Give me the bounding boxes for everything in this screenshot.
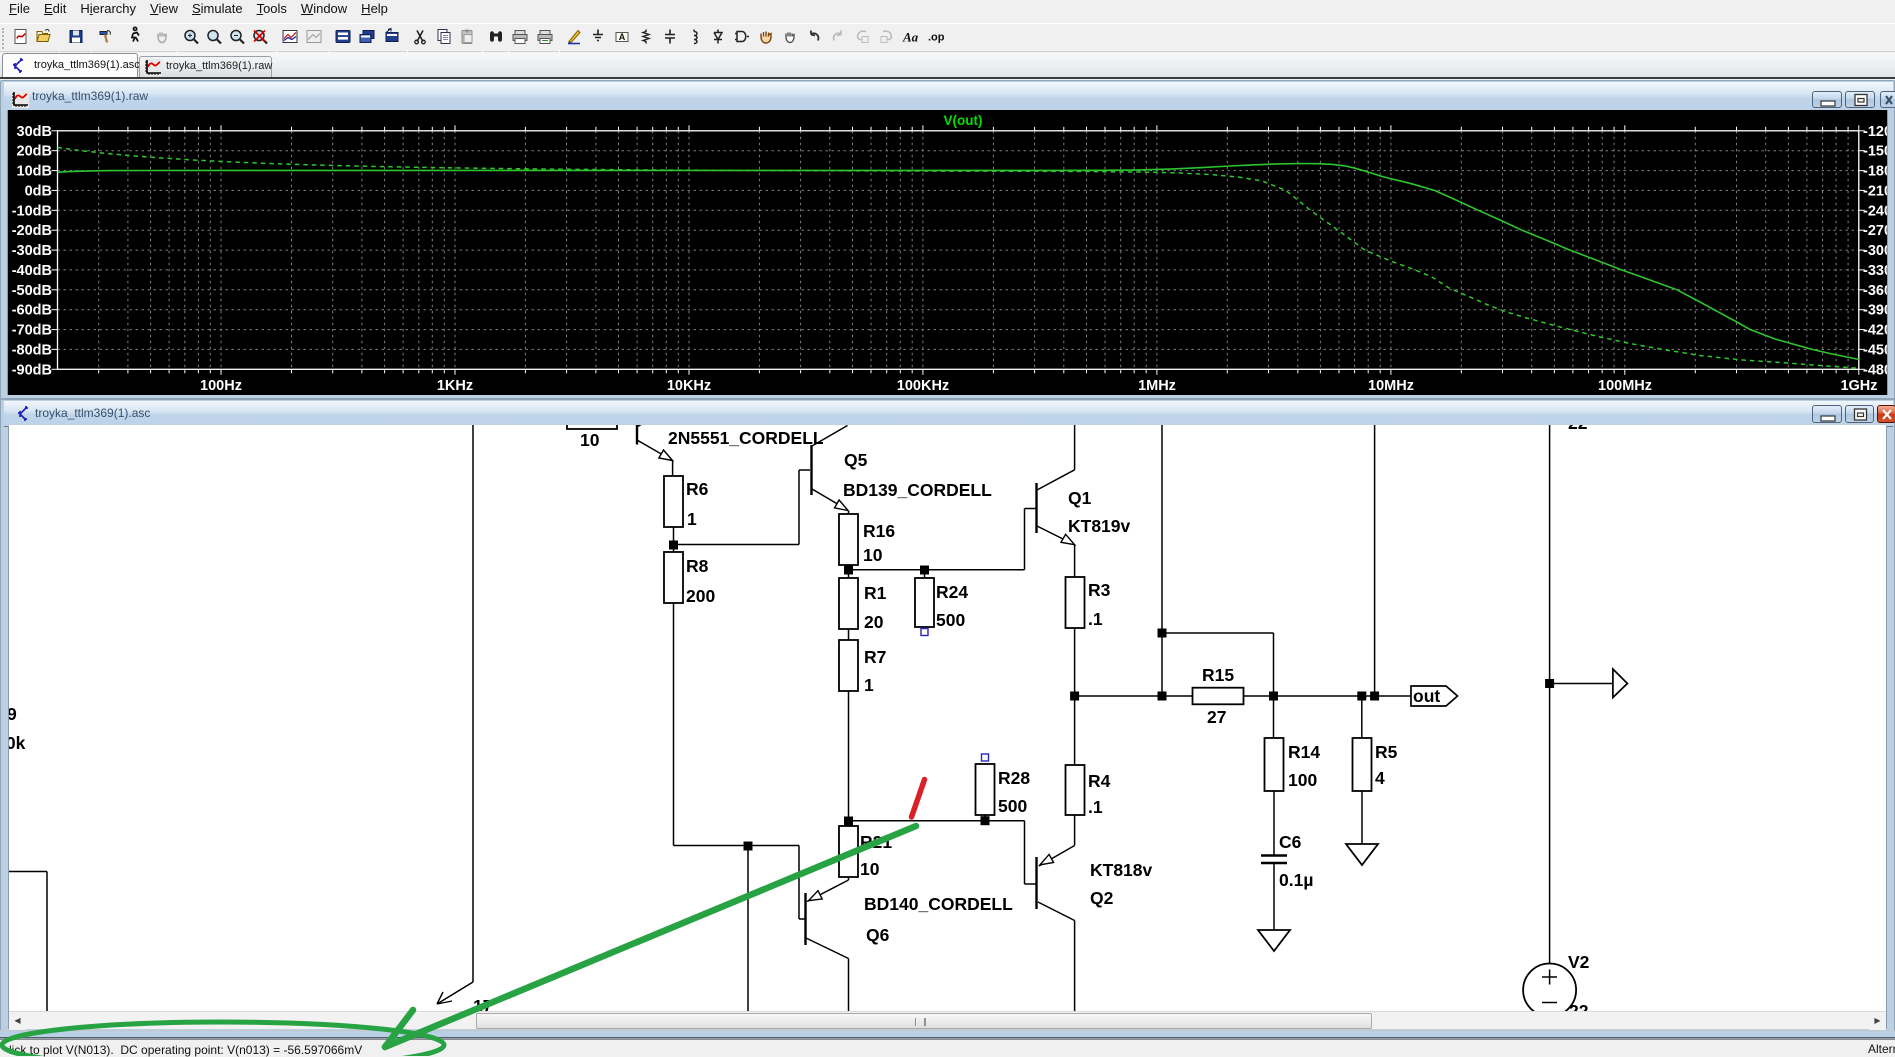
svg-text:-50dB: -50dB (12, 283, 52, 299)
svg-text:-270: -270 (1863, 223, 1887, 239)
svg-text:R5: R5 (1375, 742, 1398, 762)
svg-text:KT819v: KT819v (1068, 516, 1131, 536)
svg-text:R14: R14 (1288, 742, 1320, 762)
svg-text:-300: -300 (1863, 243, 1887, 259)
svg-text:-120: -120 (1863, 124, 1887, 140)
svg-text:10KHz: 10KHz (667, 378, 711, 394)
svg-text:BD140_CORDELL: BD140_CORDELL (864, 894, 1013, 914)
svg-text:0dB: 0dB (25, 183, 52, 199)
svg-text:500: 500 (936, 610, 965, 630)
svg-text:-40dB: -40dB (12, 263, 52, 279)
svg-text:100MHz: 100MHz (1598, 378, 1652, 394)
svg-text:C6: C6 (1279, 832, 1302, 852)
svg-text:-450: -450 (1863, 342, 1887, 358)
svg-text:.0k: .0k (9, 733, 26, 753)
svg-text:-70dB: -70dB (12, 323, 52, 339)
svg-text:200: 200 (686, 586, 715, 606)
svg-text:Q6: Q6 (866, 925, 890, 945)
svg-text:-10dB: -10dB (12, 203, 52, 219)
svg-text:2N5551_CORDELL: 2N5551_CORDELL (668, 428, 824, 448)
svg-text:-390: -390 (1863, 303, 1887, 319)
svg-text:R24: R24 (936, 582, 968, 602)
svg-text:Aa: Aa (902, 30, 919, 45)
svg-text:-330: -330 (1863, 263, 1887, 279)
svg-text:17: 17 (473, 996, 492, 1011)
svg-text:20: 20 (864, 612, 884, 632)
svg-text:A: A (619, 32, 626, 42)
svg-text:1: 1 (864, 675, 874, 695)
svg-text:-80dB: -80dB (12, 342, 52, 358)
svg-text:R4: R4 (1088, 771, 1111, 791)
svg-text:0.1µ: 0.1µ (1279, 870, 1313, 890)
svg-text:10: 10 (580, 430, 600, 450)
svg-text:R3: R3 (1088, 580, 1111, 600)
svg-text:-420: -420 (1863, 323, 1887, 339)
svg-text:1KHz: 1KHz (437, 378, 473, 394)
svg-text:.1: .1 (1088, 797, 1103, 817)
svg-text:BD139_CORDELL: BD139_CORDELL (843, 480, 992, 500)
svg-text:1MHz: 1MHz (1138, 378, 1176, 394)
svg-text:-30dB: -30dB (12, 243, 52, 259)
svg-text:-20dB: -20dB (12, 223, 52, 239)
svg-text:1: 1 (687, 509, 697, 529)
svg-text:27: 27 (1207, 707, 1226, 727)
svg-text:10MHz: 10MHz (1368, 378, 1414, 394)
svg-text:out: out (1413, 686, 1440, 706)
svg-text:R6: R6 (686, 479, 709, 499)
svg-text:R7: R7 (864, 647, 886, 667)
svg-text:-360: -360 (1863, 283, 1887, 299)
svg-text:-60dB: -60dB (12, 303, 52, 319)
svg-text:V2: V2 (1568, 952, 1590, 972)
svg-text:R21: R21 (860, 832, 892, 852)
svg-text:22: 22 (1569, 1001, 1589, 1011)
svg-text:.op: .op (928, 32, 945, 44)
svg-text:R15: R15 (1202, 665, 1234, 685)
svg-text:1GHz: 1GHz (1840, 378, 1877, 394)
svg-text:10: 10 (863, 545, 883, 565)
svg-text:R28: R28 (998, 768, 1030, 788)
svg-text:20dB: 20dB (17, 144, 52, 160)
svg-text:100: 100 (1288, 770, 1317, 790)
svg-text:-150: -150 (1863, 144, 1887, 160)
svg-text:Q1: Q1 (1068, 488, 1092, 508)
svg-text:-180: -180 (1863, 164, 1887, 180)
svg-text:100KHz: 100KHz (897, 378, 949, 394)
svg-text:Q2: Q2 (1090, 888, 1114, 908)
svg-text:-90dB: -90dB (12, 362, 52, 378)
svg-text:30dB: 30dB (17, 124, 52, 140)
svg-text:10: 10 (860, 859, 880, 879)
svg-text:500: 500 (998, 796, 1027, 816)
svg-text:R16: R16 (863, 521, 895, 541)
svg-text:R1: R1 (864, 583, 887, 603)
svg-text:V(out): V(out) (944, 113, 983, 128)
svg-text:KT818v: KT818v (1090, 860, 1153, 880)
svg-text:-480: -480 (1863, 362, 1887, 378)
svg-text:10dB: 10dB (17, 164, 52, 180)
svg-text:-240: -240 (1863, 203, 1887, 219)
svg-text:4: 4 (1375, 768, 1385, 788)
svg-text:100Hz: 100Hz (200, 378, 242, 394)
svg-text:Q5: Q5 (844, 450, 868, 470)
svg-text:22: 22 (1568, 425, 1588, 433)
svg-text:9: 9 (9, 704, 17, 724)
svg-text:.1: .1 (1088, 609, 1103, 629)
svg-text:R8: R8 (686, 556, 709, 576)
svg-text:-210: -210 (1863, 183, 1887, 199)
